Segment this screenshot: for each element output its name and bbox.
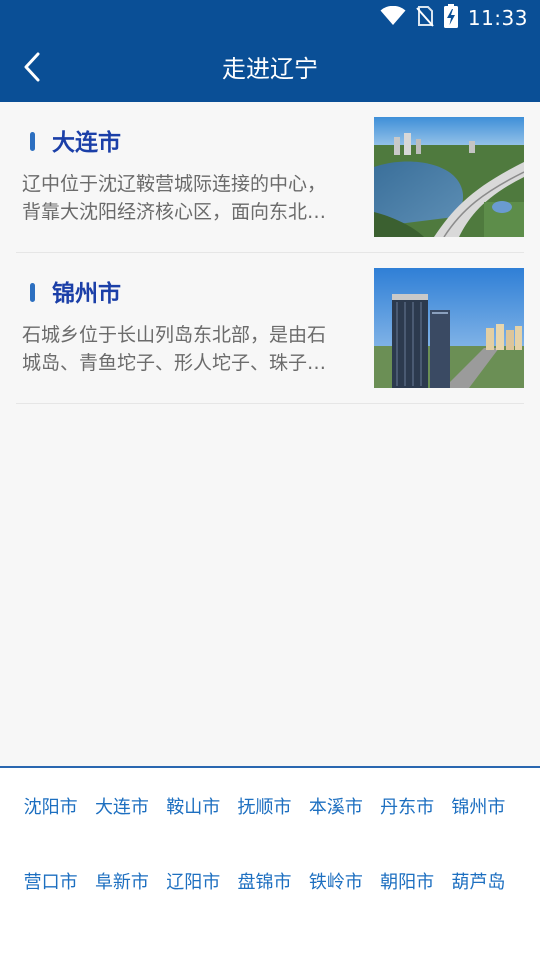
city-link-fuxin[interactable]: 阜新市 <box>86 865 157 901</box>
city-link-dandong[interactable]: 丹东市 <box>371 790 442 826</box>
description-line: 城岛、青鱼坨子、形人坨子、珠子… <box>22 352 327 374</box>
city-link-yingkou[interactable]: 营口市 <box>15 865 86 901</box>
city-list: 大连市 辽中位于沈辽鞍营城际连接的中心， 背靠大沈阳经济核心区，面向东北… 锦州… <box>0 102 540 404</box>
city-link-dalian[interactable]: 大连市 <box>86 790 157 826</box>
city-lake-aerial-photo <box>374 117 524 237</box>
city-description: 辽中位于沈辽鞍营城际连接的中心， 背靠大沈阳经济核心区，面向东北… <box>22 170 360 234</box>
status-bar: 11:33 <box>0 0 540 36</box>
toolbar: 走进辽宁 <box>0 36 540 102</box>
city-link-anshan[interactable]: 鞍山市 <box>158 790 229 826</box>
city-title: 锦州市 <box>52 281 121 307</box>
back-button[interactable] <box>10 47 54 91</box>
city-link-fushun[interactable]: 抚顺市 <box>229 790 300 826</box>
city-link-panjin[interactable]: 盘锦市 <box>229 865 300 901</box>
status-time: 11:33 <box>467 6 528 30</box>
description-line: 辽中位于沈辽鞍营城际连接的中心， <box>22 173 327 195</box>
description-line: 背靠大沈阳经济核心区，面向东北… <box>22 201 327 223</box>
city-description: 石城乡位于长山列岛东北部，是由石 城岛、青鱼坨子、形人坨子、珠子… <box>22 321 360 385</box>
city-link-jinzhou[interactable]: 锦州市 <box>443 790 514 826</box>
city-link-tieling[interactable]: 铁岭市 <box>300 865 371 901</box>
list-item[interactable]: 锦州市 石城乡位于长山列岛东北部，是由石 城岛、青鱼坨子、形人坨子、珠子… <box>16 253 524 404</box>
no-sim-icon <box>416 5 434 31</box>
city-skyscraper-photo <box>374 268 524 388</box>
city-link-chaoyang[interactable]: 朝阳市 <box>371 865 442 901</box>
city-nav-panel: 沈阳市 大连市 鞍山市 抚顺市 本溪市 丹东市 锦州市 营口市 阜新市 辽阳市 … <box>0 766 540 960</box>
city-title: 大连市 <box>52 130 121 156</box>
city-link-benxi[interactable]: 本溪市 <box>300 790 371 826</box>
city-nav-grid: 沈阳市 大连市 鞍山市 抚顺市 本溪市 丹东市 锦州市 营口市 阜新市 辽阳市 … <box>15 790 525 940</box>
description-line: 石城乡位于长山列岛东北部，是由石 <box>22 324 327 346</box>
chevron-left-icon <box>22 51 42 87</box>
battery-charging-icon <box>443 4 458 32</box>
list-item[interactable]: 大连市 辽中位于沈辽鞍营城际连接的中心， 背靠大沈阳经济核心区，面向东北… <box>16 102 524 253</box>
title-accent-bar <box>30 283 35 302</box>
city-link-shenyang[interactable]: 沈阳市 <box>15 790 86 826</box>
status-icons: 11:33 <box>380 4 528 32</box>
city-link-liaoyang[interactable]: 辽阳市 <box>158 865 229 901</box>
app-header: 11:33 走进辽宁 <box>0 0 540 102</box>
page-title: 走进辽宁 <box>222 55 318 83</box>
city-link-huludao[interactable]: 葫芦岛 <box>443 865 514 901</box>
wifi-icon <box>380 5 406 30</box>
title-accent-bar <box>30 132 35 151</box>
